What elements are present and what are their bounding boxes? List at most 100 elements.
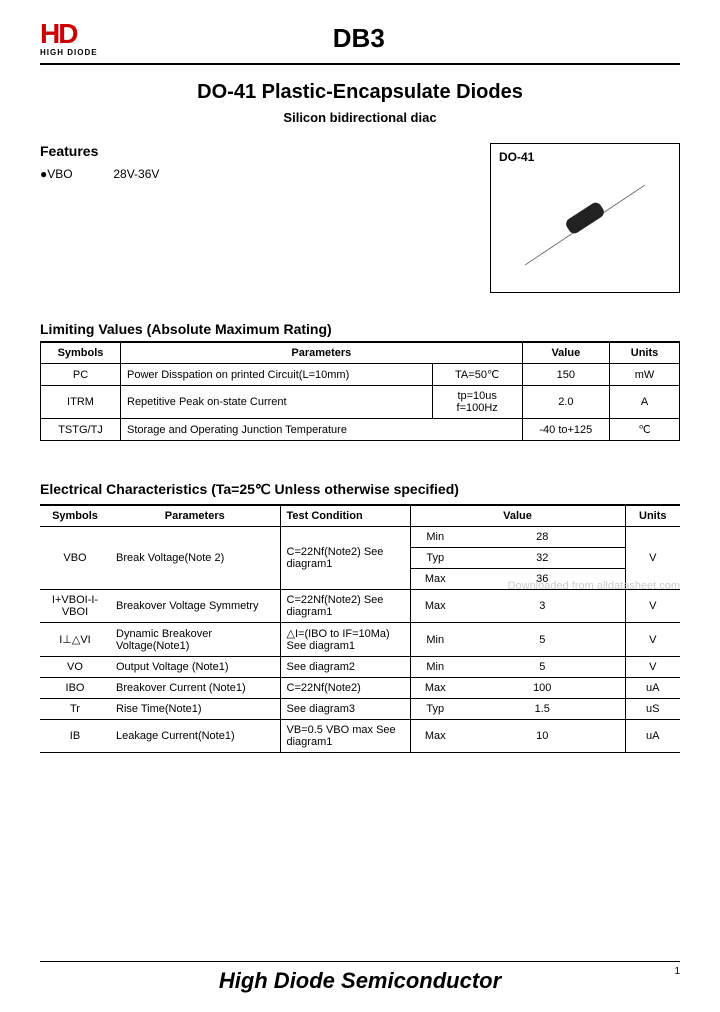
cell-param: Leakage Current(Note1) (110, 720, 280, 753)
cell-unit: V (625, 623, 680, 657)
col-units: Units (625, 505, 680, 527)
cell-val: 28 (460, 527, 625, 548)
cell-val: -40 to+125 (522, 419, 609, 441)
cell-cond: See diagram2 (280, 657, 410, 678)
limiting-heading: Limiting Values (Absolute Maximum Rating… (40, 321, 680, 337)
feature-value: 28V-36V (113, 167, 159, 181)
table-row: ITRM Repetitive Peak on-state Current tp… (41, 386, 680, 419)
cell-val: 32 (460, 548, 625, 569)
footer: High Diode Semiconductor 1 (40, 961, 680, 994)
cell-param: Output Voltage (Note1) (110, 657, 280, 678)
cell-val: 5 (460, 623, 625, 657)
cell-sym: I⊥△VI (40, 623, 110, 657)
cell-sub: Min (410, 527, 460, 548)
table-row: IBO Breakover Current (Note1) C=22Nf(Not… (40, 678, 680, 699)
cell-val: 5 (460, 657, 625, 678)
cell-unit: V (625, 657, 680, 678)
cell-val: 150 (522, 364, 609, 386)
cell-sub: Min (410, 657, 460, 678)
page-title: DO-41 Plastic-Encapsulate Diodes (40, 81, 680, 104)
logo: HD HIGH DIODE (40, 20, 98, 57)
cell-sym: I+VBOI-I-VBOI (40, 590, 110, 623)
cell-unit: A (610, 386, 680, 419)
cell-sym: Tr (40, 699, 110, 720)
cell-val: 10 (460, 720, 625, 753)
cell-sub: Min (410, 623, 460, 657)
cell-param: Repetitive Peak on-state Current (121, 386, 433, 419)
cell-val: 1.5 (460, 699, 625, 720)
table-row: VBO Break Voltage(Note 2) C=22Nf(Note2) … (40, 527, 680, 548)
cell-sub: Max (410, 720, 460, 753)
cell-cond: VB=0.5 VBO max See diagram1 (280, 720, 410, 753)
cell-sub: Max (410, 569, 460, 590)
table-row: I+VBOI-I-VBOI Breakover Voltage Symmetry… (40, 590, 680, 623)
cell-cond: C=22Nf(Note2) See diagram1 (280, 527, 410, 590)
col-parameters: Parameters (121, 342, 523, 364)
cell-cond: tp=10us f=100Hz (432, 386, 522, 419)
electrical-table: Symbols Parameters Test Condition Value … (40, 504, 680, 753)
cell-sub: Typ (410, 548, 460, 569)
page-subtitle: Silicon bidirectional diac (40, 110, 680, 125)
table-row: VO Output Voltage (Note1) See diagram2 M… (40, 657, 680, 678)
features-heading: Features (40, 143, 490, 159)
col-parameters: Parameters (110, 505, 280, 527)
footer-company: High Diode Semiconductor (219, 968, 501, 993)
electrical-heading: Electrical Characteristics (Ta=25℃ Unles… (40, 481, 680, 498)
logo-subtext: HIGH DIODE (40, 48, 98, 57)
cell-unit: V (625, 590, 680, 623)
cell-param: Rise Time(Note1) (110, 699, 280, 720)
col-symbols: Symbols (40, 505, 110, 527)
cell-cond: TA=50℃ (432, 364, 522, 386)
header: HD HIGH DIODE DB3 (40, 20, 680, 65)
feature-label: ●VBO (40, 167, 110, 181)
logo-mark: HD (40, 20, 76, 48)
cell-param: Power Disspation on printed Circuit(L=10… (121, 364, 433, 386)
cell-cond: See diagram3 (280, 699, 410, 720)
cell-unit: ℃ (610, 419, 680, 441)
cell-sub: Typ (410, 699, 460, 720)
cell-unit: uS (625, 699, 680, 720)
cell-unit: uA (625, 720, 680, 753)
diode-icon (510, 170, 660, 280)
cell-sym: VO (40, 657, 110, 678)
col-value: Value (522, 342, 609, 364)
features-section: Features ●VBO 28V-36V DO-41 (40, 143, 680, 293)
cell-val: 2.0 (522, 386, 609, 419)
cell-param: Break Voltage(Note 2) (110, 527, 280, 590)
cell-unit: mW (610, 364, 680, 386)
cell-sub: Max (410, 590, 460, 623)
cell-sub: Max (410, 678, 460, 699)
cell-cond: C=22Nf(Note2) See diagram1 (280, 590, 410, 623)
package-box: DO-41 (490, 143, 680, 293)
part-number: DB3 (98, 23, 620, 54)
cell-param: Storage and Operating Junction Temperatu… (121, 419, 523, 441)
cell-val: 100 (460, 678, 625, 699)
cell-cond: △I=(IBO to IF=10Ma) See diagram1 (280, 623, 410, 657)
cell-cond: C=22Nf(Note2) (280, 678, 410, 699)
page-number: 1 (674, 966, 680, 977)
cell-param: Breakover Voltage Symmetry (110, 590, 280, 623)
cell-param: Dynamic Breakover Voltage(Note1) (110, 623, 280, 657)
cell-unit: uA (625, 678, 680, 699)
col-symbols: Symbols (41, 342, 121, 364)
cell-sym: IBO (40, 678, 110, 699)
table-row: PC Power Disspation on printed Circuit(L… (41, 364, 680, 386)
feature-row: ●VBO 28V-36V (40, 167, 490, 181)
cell-sym: PC (41, 364, 121, 386)
package-label: DO-41 (499, 150, 671, 164)
table-row: IB Leakage Current(Note1) VB=0.5 VBO max… (40, 720, 680, 753)
watermark: Downloaded from alldatasheet.com (508, 580, 680, 592)
limiting-table: Symbols Parameters Value Units PC Power … (40, 341, 680, 441)
table-row: I⊥△VI Dynamic Breakover Voltage(Note1) △… (40, 623, 680, 657)
cell-sym: ITRM (41, 386, 121, 419)
cell-sym: TSTG/TJ (41, 419, 121, 441)
col-value: Value (410, 505, 625, 527)
cell-val: 3 (460, 590, 625, 623)
col-test: Test Condition (280, 505, 410, 527)
cell-sym: VBO (40, 527, 110, 590)
col-units: Units (610, 342, 680, 364)
cell-sym: IB (40, 720, 110, 753)
table-row: TSTG/TJ Storage and Operating Junction T… (41, 419, 680, 441)
cell-param: Breakover Current (Note1) (110, 678, 280, 699)
table-row: Tr Rise Time(Note1) See diagram3 Typ 1.5… (40, 699, 680, 720)
